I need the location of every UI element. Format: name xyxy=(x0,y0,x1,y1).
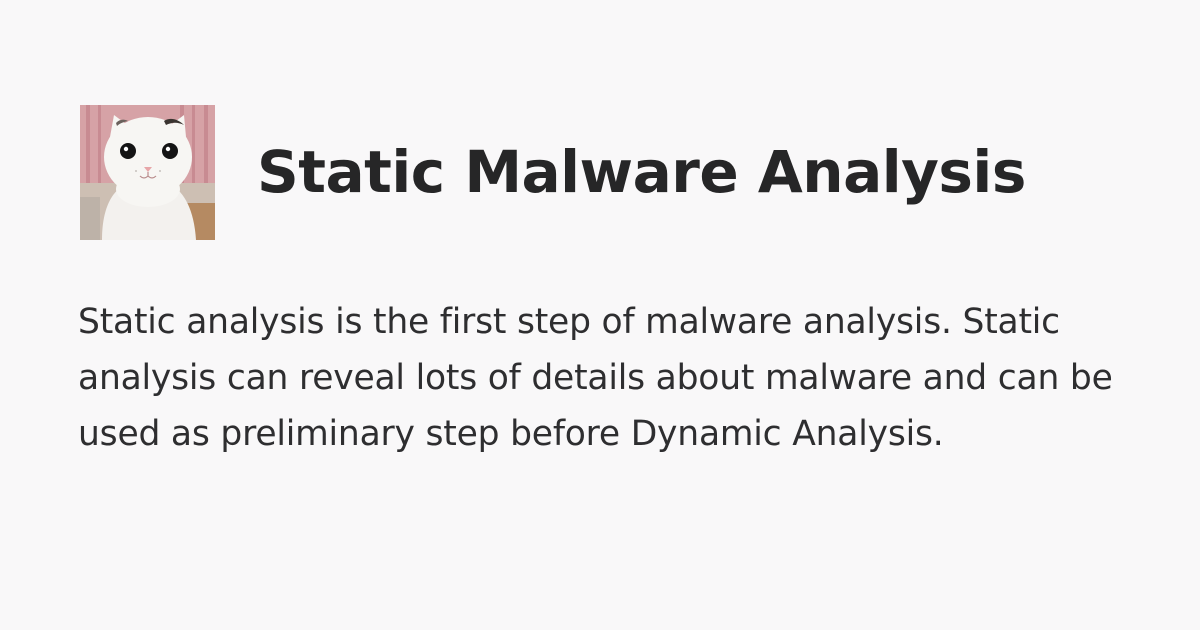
social-card: Static Malware Analysis Static analysis … xyxy=(0,0,1200,630)
cat-avatar-icon xyxy=(80,104,215,240)
card-header: Static Malware Analysis xyxy=(80,104,1026,240)
description-text: Static analysis is the first step of mal… xyxy=(78,302,1113,454)
page-title: Static Malware Analysis xyxy=(257,138,1026,206)
